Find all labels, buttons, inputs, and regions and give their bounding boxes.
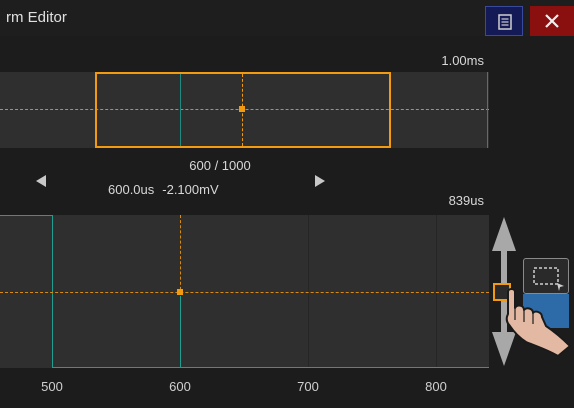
window-title: rm Editor [6,9,67,26]
cursor-vertical [180,215,181,295]
title-bar: rm Editor [0,0,574,36]
waveform-marker [180,296,181,368]
menu-icon [498,14,512,30]
x-tick-label: 700 [297,379,319,394]
waveform-segment [0,215,53,216]
close-icon [545,14,559,28]
overview-cursor-point [239,106,245,112]
overview-time-label: 1.00ms [441,53,484,68]
position-time: 600.0us [108,182,155,197]
x-tick-label: 800 [425,379,447,394]
left-arrow-icon[interactable] [36,175,46,187]
point-counter: 600 / 1000 [189,158,251,173]
waveform-baseline [52,367,489,368]
position-readout: 600.0us -2.100mV [108,182,227,197]
close-button[interactable] [530,6,574,36]
touch-hand-icon [505,288,571,357]
x-tick-label: 500 [41,379,63,394]
menu-button[interactable] [485,6,523,36]
right-arrow-icon[interactable] [315,175,325,187]
cursor-horizontal [0,292,489,293]
position-voltage: -2.100mV [162,182,219,197]
overview-waveform-end [487,72,488,148]
x-tick-label: 600 [169,379,191,394]
cursor-point[interactable] [177,289,183,295]
zoom-time-label: 839us [448,193,484,208]
